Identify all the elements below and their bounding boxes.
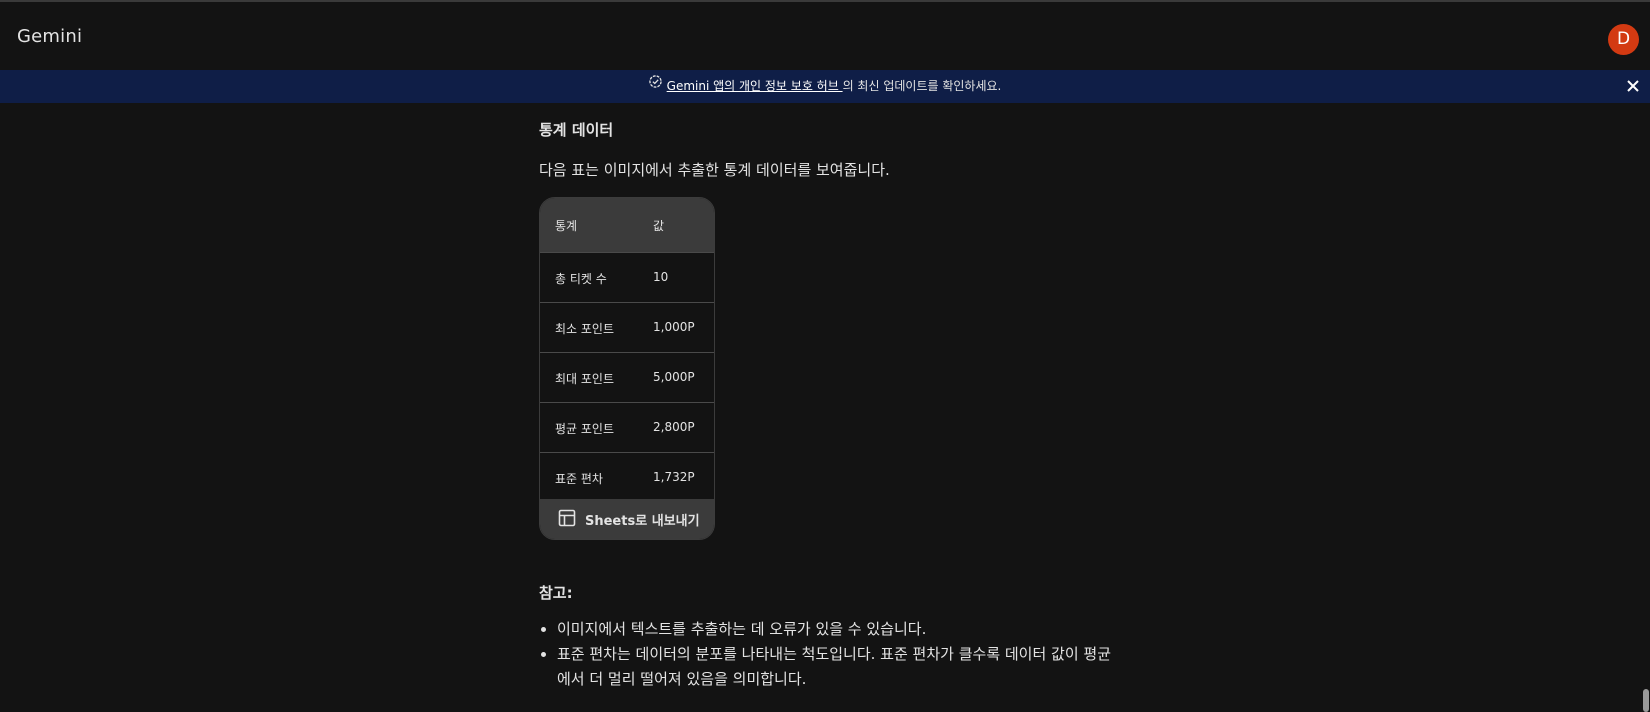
table-cell: 2,800P bbox=[653, 420, 695, 434]
table-cell: 표준 편차 bbox=[555, 472, 603, 486]
close-banner-button[interactable] bbox=[1622, 75, 1644, 97]
scrollbar-thumb[interactable] bbox=[1643, 689, 1649, 712]
top-bar: Gemini D bbox=[0, 0, 1650, 66]
privacy-banner: Gemini 앱의 개인 정보 보호 허브 의 최신 업데이트를 확인하세요. bbox=[0, 70, 1650, 103]
table-cell: 최소 포인트 bbox=[555, 322, 615, 336]
banner-suffix-text: 의 최신 업데이트를 확인하세요. bbox=[842, 79, 1002, 93]
list-item: 이미지에서 텍스트를 추출하는 데 오류가 있을 수 있습니다. bbox=[539, 617, 1119, 642]
banner-message: Gemini 앱의 개인 정보 보호 허브 의 최신 업데이트를 확인하세요. bbox=[0, 70, 1650, 103]
table-cell: 평균 포인트 bbox=[555, 422, 615, 436]
notes-list: 이미지에서 텍스트를 추출하는 데 오류가 있을 수 있습니다. 표준 편차는 … bbox=[539, 617, 1119, 692]
table-row: 총 티켓 수 10 bbox=[540, 252, 714, 302]
verified-shield-icon bbox=[648, 68, 662, 101]
section-title: 통계 데이터 bbox=[539, 121, 614, 139]
table-row: 표준 편차 1,732P bbox=[540, 452, 714, 502]
account-avatar[interactable]: D bbox=[1608, 24, 1639, 55]
table-cell: 총 티켓 수 bbox=[555, 272, 607, 286]
close-icon bbox=[1627, 80, 1639, 92]
table-cell: 1,000P bbox=[653, 320, 695, 334]
intro-text: 다음 표는 이미지에서 추출한 통계 데이터를 보여줍니다. bbox=[539, 161, 890, 179]
table-cell: 5,000P bbox=[653, 370, 695, 384]
table-row: 평균 포인트 2,800P bbox=[540, 402, 714, 452]
table-row: 최소 포인트 1,000P bbox=[540, 302, 714, 352]
list-item: 표준 편차는 데이터의 분포를 나타내는 척도입니다. 표준 편차가 클수록 데… bbox=[539, 642, 1119, 692]
table-cell: 10 bbox=[653, 270, 669, 284]
table-cell: 1,732P bbox=[653, 470, 695, 484]
table-header-row: 통계 값 bbox=[540, 198, 714, 252]
export-to-sheets-button[interactable]: Sheets로 내보내기 bbox=[540, 499, 714, 539]
notes-title: 참고: bbox=[539, 584, 573, 602]
table-row: 최대 포인트 5,000P bbox=[540, 352, 714, 402]
stats-table: 통계 값 총 티켓 수 10 최소 포인트 1,000P 최대 포인트 5,00… bbox=[539, 197, 715, 540]
table-header-cell: 값 bbox=[653, 219, 665, 233]
table-header-cell: 통계 bbox=[555, 219, 578, 233]
privacy-hub-link[interactable]: Gemini 앱의 개인 정보 보호 허브 bbox=[667, 79, 843, 93]
export-label: Sheets로 내보내기 bbox=[585, 514, 700, 529]
table-cell: 최대 포인트 bbox=[555, 372, 615, 386]
table-icon bbox=[558, 509, 576, 531]
app-title[interactable]: Gemini bbox=[17, 26, 82, 47]
